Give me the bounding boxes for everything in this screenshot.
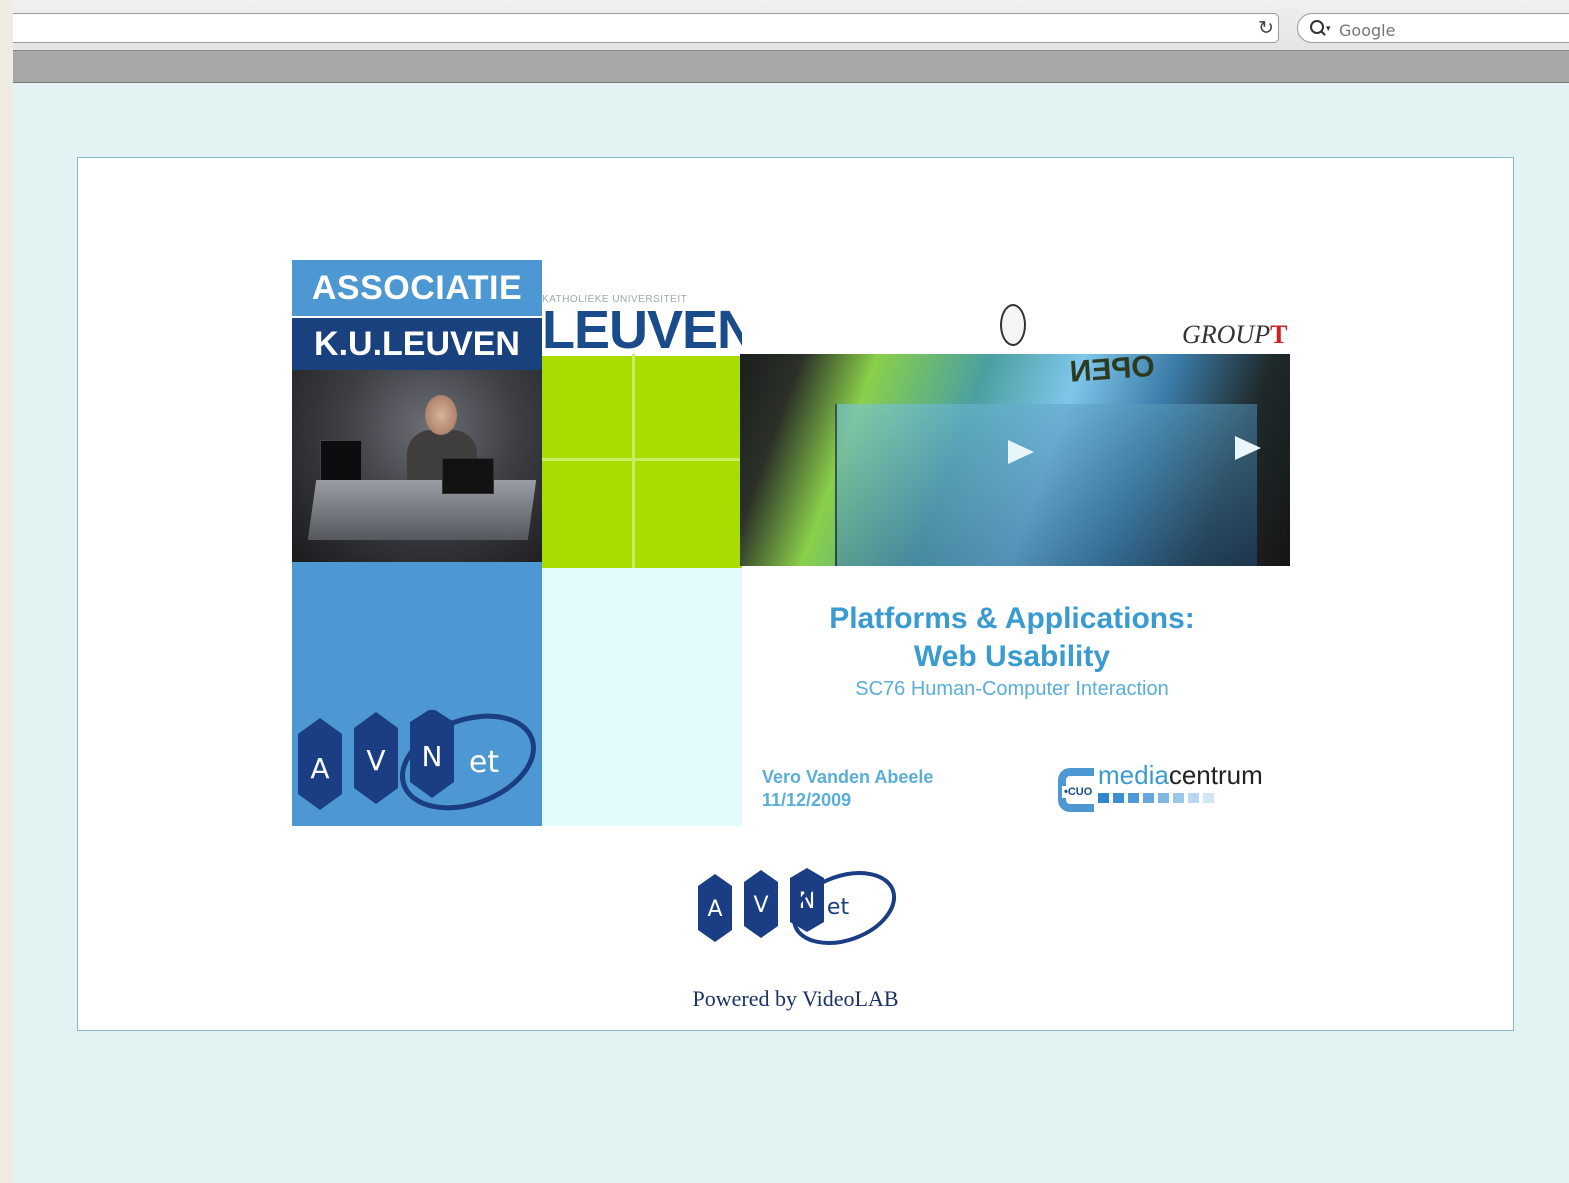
video-player-frame: ASSOCIATIE K.U.LEUVEN KATHOLIEKE UNIVERS…	[77, 157, 1514, 1031]
arrow-icon	[1235, 436, 1261, 460]
lecture-title-slide[interactable]: ASSOCIATIE K.U.LEUVEN KATHOLIEKE UNIVERS…	[292, 260, 1292, 828]
presenter-name: Vero Vanden Abeele	[762, 767, 934, 787]
associatie-label: ASSOCIATIE	[292, 262, 542, 314]
svg-text:et: et	[469, 745, 499, 780]
presenter-info: Vero Vanden Abeele 11/12/2009	[762, 766, 1002, 812]
presentation-date: 11/12/2009	[762, 790, 852, 810]
reload-icon[interactable]: ↻	[1254, 16, 1278, 42]
powered-by-label: Powered by VideoLAB	[692, 986, 899, 1011]
pale-cyan-block	[542, 568, 742, 826]
address-bar[interactable]	[13, 13, 1279, 43]
leuven-label: LEUVEN	[542, 304, 742, 356]
cuo-label: •CUO	[1062, 786, 1095, 798]
arrow-icon	[1008, 440, 1034, 464]
bookmarks-bar	[13, 50, 1569, 83]
photo-sign-text: OPEN	[1068, 354, 1156, 389]
kuleuven-label: K.U.LEUVEN	[292, 316, 542, 370]
svg-text:V: V	[753, 893, 768, 918]
podium-shape	[307, 480, 537, 540]
mediacentrum-wordmark: mediacentrum	[1098, 760, 1263, 790]
slide-title-line2: Web Usability	[913, 640, 1111, 673]
browser-toolbar: ↻ ▾	[13, 0, 1569, 50]
speaker-video-thumbnail[interactable]	[292, 370, 542, 562]
avnet-footer-logo: A V N et	[698, 868, 897, 945]
slide-subtitle: SC76 Human-Computer Interaction	[855, 678, 1169, 700]
campus-photo-collage: OPEN	[740, 354, 1290, 566]
browser-window: ↻ ▾ ASSOCIATIE K.U.LEUVEN KATHOLIEKE UNI…	[13, 0, 1569, 1183]
svg-text:A: A	[310, 752, 329, 785]
laptop-shape	[442, 458, 494, 494]
svg-text:et: et	[827, 895, 850, 920]
photo-overlay	[835, 404, 1257, 566]
mediacentrum-logo: •CUO mediacentrum	[1058, 760, 1278, 816]
svg-text:N: N	[422, 740, 443, 773]
slide-title-line1: Platforms & Applications:	[829, 602, 1195, 635]
university-seal-icon	[1000, 304, 1026, 346]
search-input[interactable]	[1337, 19, 1569, 41]
lime-grid-block	[542, 354, 742, 570]
svg-text:V: V	[366, 744, 385, 777]
grid-divider-horizontal	[542, 458, 742, 461]
svg-text:A: A	[707, 897, 722, 922]
mediacentrum-squares	[1098, 790, 1218, 808]
avnet-logo: A V N et	[298, 710, 536, 811]
search-icon[interactable]: ▾	[1310, 18, 1338, 38]
speaker-head-shape	[425, 395, 457, 435]
grid-divider-vertical	[632, 354, 635, 568]
groupt-logo: GROUPT	[1182, 320, 1288, 349]
slide-title: Platforms & Applications: Web Usability	[762, 600, 1262, 676]
